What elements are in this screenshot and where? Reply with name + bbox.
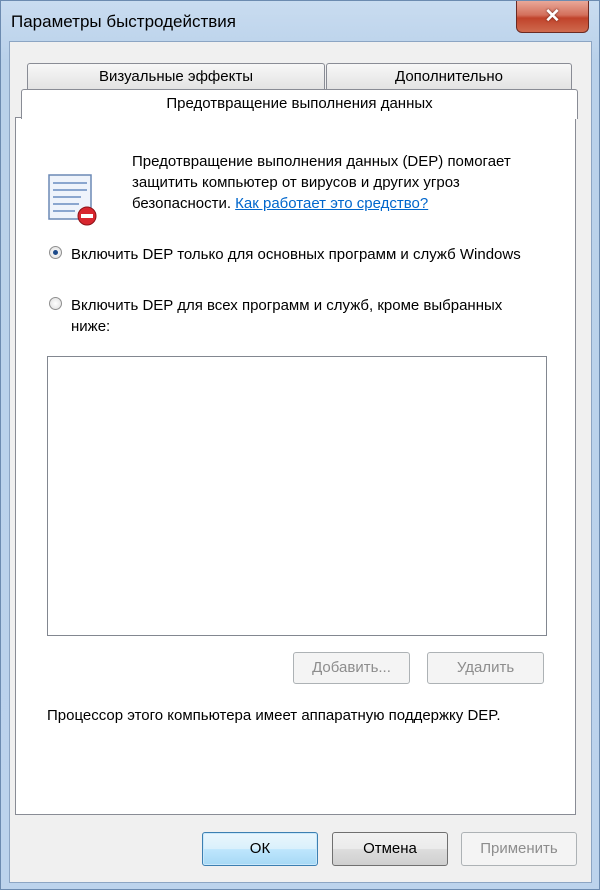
tab-advanced[interactable]: Дополнительно bbox=[326, 63, 572, 89]
ok-button[interactable]: ОК bbox=[202, 832, 318, 866]
close-button[interactable]: ✕ bbox=[516, 1, 589, 33]
close-icon: ✕ bbox=[544, 6, 561, 27]
add-button[interactable]: Добавить... bbox=[293, 652, 410, 684]
dep-essential-only-radio[interactable] bbox=[49, 246, 62, 259]
cancel-button[interactable]: Отмена bbox=[332, 832, 448, 866]
dep-essential-only-label: Включить DEP только для основных програм… bbox=[71, 246, 521, 263]
hardware-support-text: Процессор этого компьютера имеет аппарат… bbox=[47, 707, 501, 724]
dep-all-except-label: Включить DEP для всех программ и служб, … bbox=[71, 297, 503, 335]
performance-options-window: Параметры быстродействия ✕ Визуальные эф… bbox=[0, 0, 600, 890]
excluded-programs-list[interactable] bbox=[47, 356, 547, 636]
title-bar[interactable]: Параметры быстродействия ✕ bbox=[1, 1, 600, 45]
window-title: Параметры быстродействия bbox=[11, 12, 237, 31]
remove-button[interactable]: Удалить bbox=[427, 652, 544, 684]
tab-data-execution-prevention[interactable]: Предотвращение выполнения данных bbox=[21, 89, 578, 119]
dep-shield-icon bbox=[48, 174, 97, 226]
dep-description: Предотвращение выполнения данных (DEP) п… bbox=[132, 151, 532, 214]
how-dep-works-link[interactable]: Как работает это средство? bbox=[235, 195, 428, 212]
dep-all-except-radio[interactable] bbox=[49, 297, 62, 310]
tab-visual-effects[interactable]: Визуальные эффекты bbox=[27, 63, 325, 89]
apply-button[interactable]: Применить bbox=[461, 832, 577, 866]
